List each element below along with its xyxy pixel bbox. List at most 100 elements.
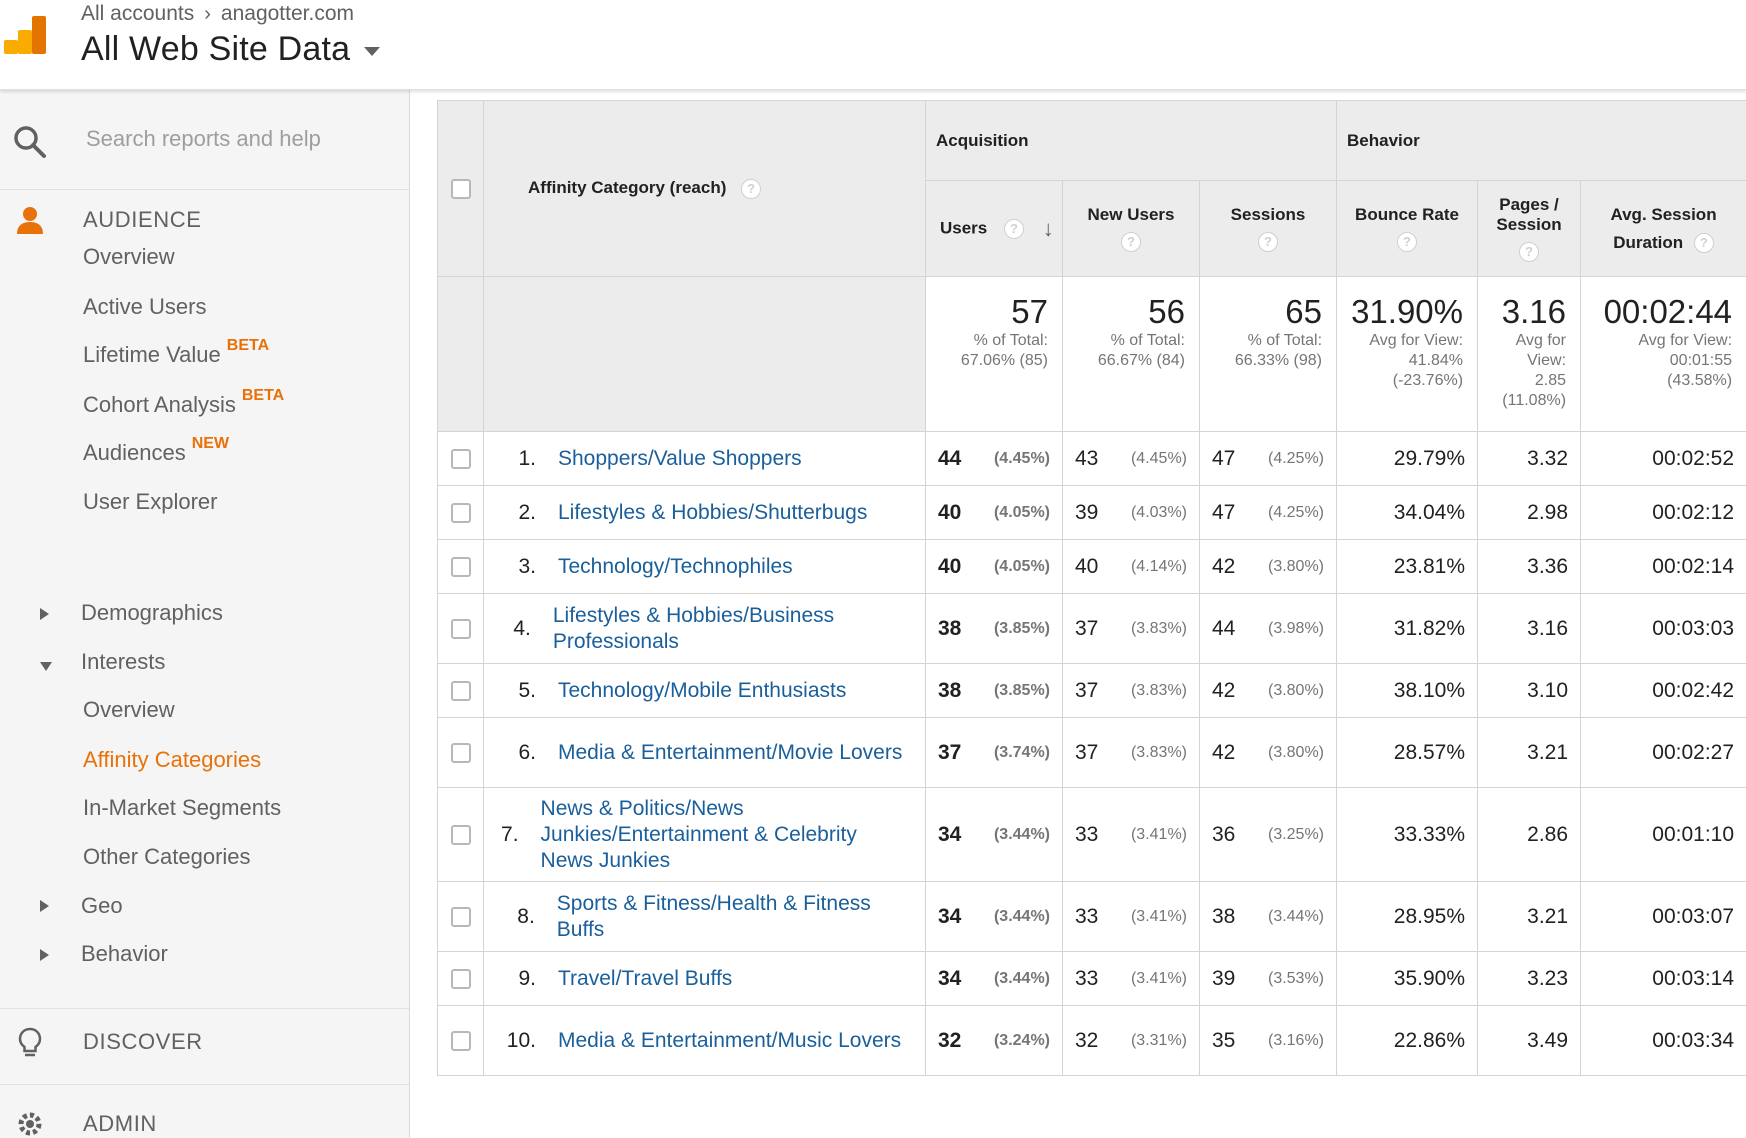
column-header-avg-session-duration[interactable]: Avg. Session Duration ?: [1580, 180, 1746, 277]
row-pages-session: 3.21: [1477, 717, 1582, 788]
row-index: 3.: [518, 554, 536, 578]
row-new-users-pct: (4.14%): [1130, 557, 1187, 575]
row-dimension-link[interactable]: Travel/Travel Buffs: [558, 966, 732, 992]
row-new-users-value: 43: [1075, 446, 1099, 470]
sidebar-item-geo[interactable]: Geo: [81, 893, 123, 919]
sidebar-section-admin[interactable]: ADMIN: [0, 1094, 409, 1138]
row-pages-session: 3.10: [1477, 663, 1582, 718]
sidebar-item-audiences[interactable]: Audiences NEW: [83, 435, 229, 466]
row-dimension-link[interactable]: Technology/Technophiles: [558, 554, 793, 580]
row-new-users-cell: 33 (3.41%): [1062, 787, 1200, 882]
row-dimension-link[interactable]: Shoppers/Value Shoppers: [558, 446, 802, 472]
select-all-checkbox[interactable]: [450, 178, 471, 199]
row-checkbox[interactable]: [450, 968, 471, 989]
row-sessions-pct: (3.25%): [1267, 825, 1325, 843]
row-dimension-link[interactable]: Sports & Fitness/Health & Fitness Buffs: [557, 891, 913, 943]
expand-arrow-icon[interactable]: [40, 949, 49, 961]
row-checkbox[interactable]: [450, 502, 471, 523]
sidebar-divider: [0, 1008, 409, 1009]
row-checkbox[interactable]: [450, 680, 471, 701]
sidebar-item-lifetime-value[interactable]: Lifetime Value BETA: [83, 337, 269, 368]
row-dimension-link[interactable]: Media & Entertainment/Music Lovers: [558, 1028, 901, 1054]
sidebar-item-in-market-segments[interactable]: In-Market Segments: [83, 795, 281, 821]
help-icon[interactable]: ?: [1519, 241, 1540, 262]
view-title[interactable]: All Web Site Data: [81, 30, 350, 69]
row-sessions-value: 38: [1212, 904, 1236, 928]
expand-arrow-icon[interactable]: [40, 900, 49, 912]
dropdown-caret-icon[interactable]: [364, 47, 381, 56]
row-checkbox[interactable]: [450, 824, 471, 845]
summary-empty-cell: [483, 276, 926, 432]
row-dimension-link[interactable]: News & Politics/News Junkies/Entertainme…: [541, 796, 913, 874]
sidebar-item-overview[interactable]: Overview: [83, 244, 175, 270]
search-icon[interactable]: [12, 124, 48, 160]
sidebar-item-behavior[interactable]: Behavior: [81, 941, 168, 967]
sort-descending-icon[interactable]: ↓: [1043, 216, 1054, 242]
analytics-logo-icon[interactable]: [4, 16, 46, 58]
breadcrumb-all-accounts[interactable]: All accounts: [81, 2, 194, 26]
sidebar: AUDIENCE Overview Active Users Lifetime …: [0, 90, 410, 1138]
search-input[interactable]: [86, 120, 386, 158]
row-users-value: 37: [938, 740, 962, 764]
summary-value: 65: [1285, 293, 1323, 330]
column-header-new-users[interactable]: New Users ?: [1062, 180, 1200, 277]
row-new-users-value: 32: [1075, 1028, 1099, 1052]
summary-label: % of Total:: [973, 332, 1048, 349]
collapse-arrow-icon[interactable]: [40, 662, 52, 671]
help-icon[interactable]: ?: [1397, 231, 1418, 252]
sidebar-item-cohort-analysis[interactable]: Cohort Analysis BETA: [83, 387, 284, 418]
row-checkbox[interactable]: [450, 906, 471, 927]
row-select-cell: [437, 881, 484, 952]
summary-label: 66.67% (84): [1097, 352, 1185, 369]
column-header-users[interactable]: Users ? ↓: [925, 180, 1063, 277]
column-header-pages-session[interactable]: Pages / Session ?: [1477, 180, 1582, 277]
report-main: Affinity Category (reach) ? Acquisition …: [411, 90, 1746, 1138]
help-icon[interactable]: ?: [741, 178, 762, 199]
column-header-sessions[interactable]: Sessions ?: [1198, 180, 1338, 277]
breadcrumb-account[interactable]: anagotter.com: [221, 2, 354, 26]
row-checkbox[interactable]: [450, 742, 471, 763]
sidebar-item-affinity-categories[interactable]: Affinity Categories: [83, 747, 261, 773]
row-users-pct: (4.05%): [993, 557, 1050, 575]
help-icon[interactable]: ?: [1004, 218, 1024, 239]
sidebar-section-discover[interactable]: DISCOVER: [0, 1012, 409, 1072]
row-dimension-link[interactable]: Media & Entertainment/Movie Lovers: [558, 740, 902, 766]
new-badge: NEW: [191, 435, 230, 452]
dimension-header-label: Affinity Category (reach): [528, 178, 727, 198]
row-dimension-cell: 7. News & Politics/News Junkies/Entertain…: [483, 787, 926, 882]
sidebar-divider: [0, 1084, 409, 1085]
summary-label: % of Total:: [1110, 332, 1185, 349]
sidebar-item-interests-overview[interactable]: Overview: [83, 697, 175, 723]
row-checkbox[interactable]: [450, 1030, 471, 1051]
sidebar-section-audience[interactable]: AUDIENCE: [0, 190, 409, 250]
row-checkbox[interactable]: [450, 448, 471, 469]
row-new-users-pct: (3.83%): [1130, 619, 1187, 637]
sidebar-item-active-users[interactable]: Active Users: [83, 294, 206, 320]
help-icon[interactable]: ?: [1121, 231, 1141, 252]
expand-arrow-icon[interactable]: [40, 608, 49, 620]
row-new-users-value: 33: [1075, 822, 1099, 846]
lightbulb-icon: [18, 1027, 42, 1057]
view-selector[interactable]: All Web Site Data: [81, 30, 381, 69]
row-users-cell: 38 (3.85%): [925, 593, 1063, 664]
sidebar-item-other-categories[interactable]: Other Categories: [83, 844, 251, 870]
column-label: New Users: [1087, 205, 1175, 225]
column-header-bounce-rate[interactable]: Bounce Rate ?: [1336, 180, 1479, 277]
row-checkbox[interactable]: [450, 556, 471, 577]
row-dimension-link[interactable]: Lifestyles & Hobbies/Business Profession…: [553, 603, 913, 655]
row-users-pct: (3.85%): [993, 681, 1050, 699]
row-select-cell: [437, 663, 484, 718]
dimension-header[interactable]: Affinity Category (reach) ?: [483, 100, 926, 277]
row-select-cell: [437, 787, 484, 882]
sidebar-item-user-explorer[interactable]: User Explorer: [83, 489, 217, 515]
sidebar-item-interests[interactable]: Interests: [81, 649, 165, 675]
help-icon[interactable]: ?: [1258, 231, 1278, 252]
column-label: Sessions: [1230, 205, 1306, 225]
help-icon[interactable]: ?: [1693, 233, 1714, 254]
sidebar-item-demographics[interactable]: Demographics: [81, 600, 223, 626]
row-new-users-cell: 43 (4.45%): [1062, 431, 1200, 486]
row-dimension-link[interactable]: Lifestyles & Hobbies/Shutterbugs: [558, 500, 867, 526]
row-checkbox[interactable]: [450, 618, 471, 639]
breadcrumb[interactable]: All accounts › anagotter.com: [81, 2, 354, 26]
row-dimension-link[interactable]: Technology/Mobile Enthusiasts: [558, 678, 846, 704]
